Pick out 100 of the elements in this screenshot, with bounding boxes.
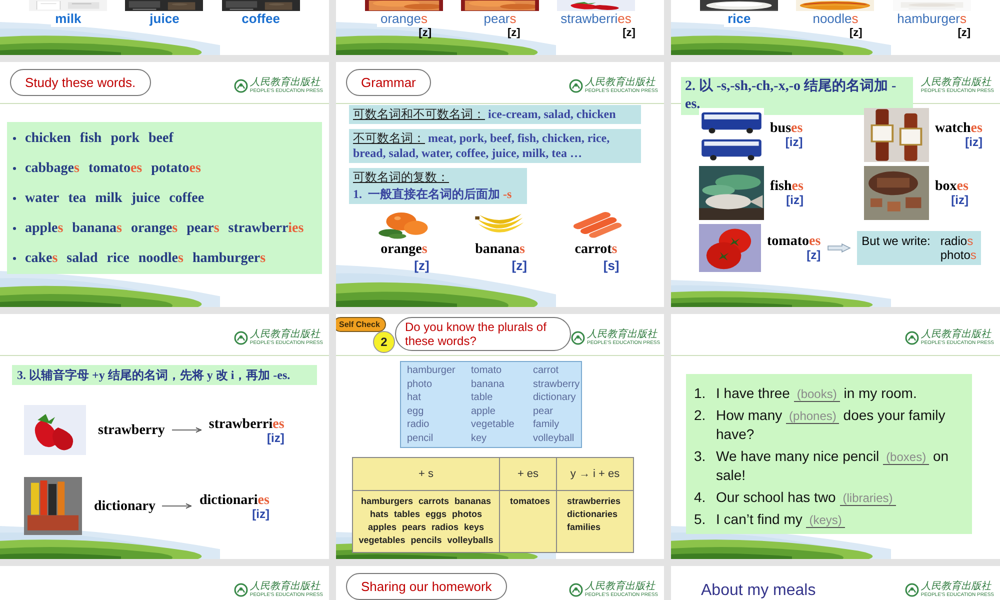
word: hamburgers [192, 250, 266, 268]
slide-thumbnail[interactable]: rice noodles [z] hamburgers [z] [671, 0, 1000, 55]
slide-thumbnail[interactable] [336, 314, 664, 559]
word: oranges [130, 220, 178, 238]
word-label: buses [770, 121, 803, 136]
bullet-icon [13, 196, 16, 200]
item-number: 3. [694, 447, 707, 466]
phonetic-label: [iz] [266, 432, 284, 444]
publisher-name: 人民教育出版社 [920, 329, 992, 340]
rule-text: 可数名词和不可数名词： ice-cream, salad, chicken [353, 107, 617, 122]
table-cell: hamburgers carrots bananas hats tables eggs photos apples pears radios keys vegetables pencils volleyballs [353, 491, 500, 552]
publisher-name: 人民教育出版社 [584, 77, 656, 88]
rule-text: 不可数名词： meat, pork, beef, fish, chicken, rice, bread, salad, water, coffee, juice, milk, tea … [353, 131, 611, 161]
item-number: 5. [694, 510, 707, 529]
arrow-icon [826, 243, 851, 253]
exercise-sentence: We have many nice pencil (boxes) on sale! [716, 447, 950, 485]
exercise-sentence: I can’t find my (keys) [716, 510, 845, 529]
rule-heading: 2. 以 -s,-sh,-ch,-x,-o 结尾的名词加 -es. [681, 77, 913, 115]
slide-thumbnail[interactable] [671, 314, 1000, 559]
word: strawberry [533, 378, 580, 391]
bullet-icon [13, 136, 16, 140]
word: egg [407, 404, 425, 418]
word: tomato [471, 364, 503, 378]
rule-heading: 3. 以辅音字母 +y 结尾的名词，先将 y 改 i，再加 -es. [12, 365, 317, 385]
word: pencil [407, 432, 434, 445]
phonetic-label: [z] [849, 27, 862, 39]
word: radios [940, 234, 974, 248]
column-header: + es [500, 458, 557, 491]
word: carrot [533, 364, 560, 378]
word: strawberries [228, 220, 304, 238]
arrow-icon [162, 503, 192, 509]
word: hamburger [407, 364, 456, 378]
slide-thumbnail[interactable] [336, 62, 664, 307]
phonetic-label: [s] [603, 258, 620, 273]
phonetic-label: [iz] [951, 194, 968, 207]
word: milk [95, 190, 122, 208]
self-check-badge: Self Check [336, 317, 386, 332]
word: pork [110, 130, 140, 148]
word: cakes [25, 250, 58, 268]
bullet-icon [13, 226, 16, 230]
publisher-name: 人民教育出版社 [587, 329, 658, 340]
word: family [533, 418, 560, 432]
phonetic-label: [iz] [786, 194, 804, 207]
word: tea [68, 190, 86, 208]
word: table [471, 391, 494, 404]
word-label: dictionary [94, 498, 156, 516]
slide-thumbnail[interactable] [0, 62, 329, 307]
word: pear [533, 404, 554, 418]
word: photos [940, 248, 976, 262]
word: apples [25, 220, 64, 238]
word: potatoes [151, 160, 201, 178]
word: cabbages [25, 160, 80, 178]
column-header: + s [353, 458, 500, 491]
exercise-sentence: Our school has two (libraries) [716, 488, 896, 507]
word-label: boxes [935, 179, 968, 194]
slide-title: Grammar [346, 69, 431, 96]
word: rice [106, 250, 130, 268]
note-text: But we write: [862, 234, 930, 250]
number-badge: 2 [373, 331, 395, 353]
publisher-name: 人民教育出版社 [250, 581, 322, 592]
word: vegetable [471, 418, 516, 432]
publisher-name: 人民教育出版社 [920, 77, 992, 88]
word-label: milk [51, 11, 86, 27]
phonetic-label: [iz] [965, 136, 982, 149]
phonetic-label: [z] [806, 249, 821, 262]
publisher-name: 人民教育出版社 [250, 77, 322, 88]
publisher-name: 人民教育出版社 [584, 581, 656, 592]
slide-title: Sharing our homework [346, 573, 507, 600]
phonetic-label: [z] [622, 27, 636, 39]
word: banana [471, 378, 506, 391]
word: tomatoes [88, 160, 142, 178]
word: dictionary [533, 391, 577, 404]
rule-text: 1. 一般直接在名词的后面加 -s [353, 187, 513, 202]
word: fish [80, 130, 102, 148]
word: key [471, 432, 488, 445]
phonetic-label: [z] [414, 258, 430, 273]
exercise-sentence: I have three (books) in my room. [716, 384, 917, 403]
word: hat [407, 391, 422, 404]
slide-title: Study these words. [10, 69, 151, 96]
column-header: y → i + es [557, 458, 633, 491]
slide-thumbnail[interactable]: milk juice coffee [0, 0, 329, 55]
slide-title: Do you know the plurals of these words? [395, 317, 571, 351]
table-cell: tomatoes [500, 491, 557, 552]
word-label: tomatoes [767, 234, 821, 249]
phonetic-label: [z] [958, 27, 971, 39]
word-label: fishes [770, 179, 804, 194]
slide-thumbnail[interactable]: oranges [z] pears [z] strawberries [z] [336, 0, 664, 55]
rule-text: 可数名词的复数： [353, 170, 450, 185]
word: salad [66, 250, 98, 268]
word: water [25, 190, 60, 208]
word: pears [186, 220, 220, 238]
word-label: watches [935, 121, 982, 136]
word: juice [131, 190, 160, 208]
word-label: strawberry [98, 422, 165, 440]
phonetic-label: [iz] [785, 136, 803, 149]
word: radio [407, 418, 430, 432]
word-label: dictionaries [199, 492, 270, 508]
table-cell-text: strawberries dictionaries families [566, 495, 622, 534]
phonetic-label: [iz] [252, 508, 270, 520]
word: volleyball [533, 432, 576, 445]
